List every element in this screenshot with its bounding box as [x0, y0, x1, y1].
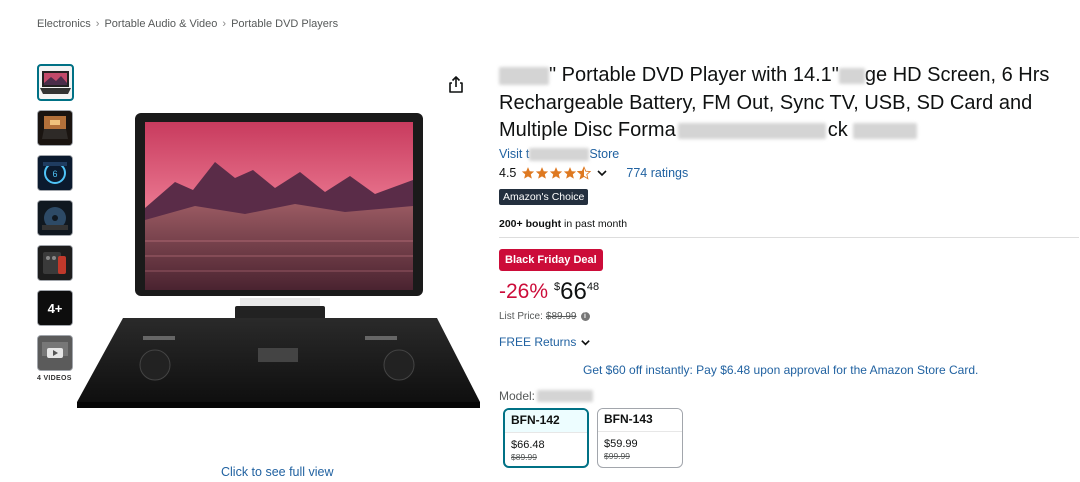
full-view-link[interactable]: Click to see full view [221, 465, 334, 479]
redacted-brand [499, 66, 549, 85]
thumbnail-screen[interactable]: 6 [37, 155, 73, 191]
store-link-prefix: Visit t [499, 147, 530, 161]
variant-name: BFN-142 [505, 410, 587, 433]
discount-percent: -26% [499, 280, 549, 303]
list-price: List Price: $89.99 i [499, 311, 590, 322]
star-full-icon [536, 167, 549, 179]
thumbnail-disc[interactable] [37, 200, 73, 236]
videos-count-label: 4 VIDEOS [37, 375, 72, 382]
list-price-value: $89.99 [545, 311, 577, 322]
redacted-model-name [537, 390, 594, 402]
share-icon[interactable] [447, 76, 465, 94]
model-label: Model: [499, 389, 594, 403]
thumbnail-age-4plus[interactable]: 4+ [37, 290, 73, 326]
battery-thumb-icon [38, 111, 72, 145]
price-whole: 66 [560, 278, 587, 305]
variant-price: $66.48 [511, 439, 545, 451]
store-card-promo-link[interactable]: Get $60 off instantly: Pay $6.48 upon ap… [583, 363, 978, 377]
breadcrumb-separator: › [222, 18, 227, 30]
breadcrumb-separator: › [95, 18, 100, 30]
thumbnail-remote[interactable] [37, 245, 73, 281]
variant-list-price: $89.99 [511, 452, 537, 462]
rating-value: 4.5 [499, 166, 517, 180]
breadcrumb-portable-audio-video[interactable]: Portable Audio & Video [104, 18, 217, 30]
title-part-3: ck [827, 119, 848, 141]
thumb-4plus-label: 4+ [48, 301, 63, 316]
star-full-icon [522, 167, 535, 179]
price-block: -26% $ 66 48 [499, 278, 599, 306]
free-returns-label: FREE Returns [499, 335, 577, 349]
store-link-suffix: Store [589, 147, 620, 161]
bought-count: 200+ bought [499, 218, 562, 230]
svg-text:6: 6 [52, 169, 57, 179]
breadcrumb-portable-dvd-players[interactable]: Portable DVD Players [231, 18, 338, 30]
age-4plus-thumb-icon: 4+ [38, 291, 72, 325]
redacted-text [677, 122, 826, 139]
variant-price: $59.99 [604, 438, 638, 450]
visit-store-link[interactable]: Visit t Store [499, 147, 620, 162]
rating-row: 4.5 774 ratings [499, 165, 688, 181]
redacted-text [838, 67, 865, 84]
product-title: " Portable DVD Player with 14.1" ge HD Sc… [499, 62, 1079, 145]
screen-thumb-icon: 6 [38, 156, 72, 190]
breadcrumb: Electronics › Portable Audio & Video › Porta… [37, 18, 338, 30]
dvd-player-thumb-icon [39, 66, 72, 99]
info-icon[interactable]: i [580, 312, 590, 321]
thumbnail-list: 6 4+ 4 VIDEOS [37, 64, 75, 382]
star-full-icon [550, 167, 563, 179]
redacted-text [853, 122, 918, 139]
black-friday-deal-badge: Black Friday Deal [499, 249, 603, 271]
section-divider [499, 237, 1079, 238]
redacted-store-name [529, 148, 590, 162]
variant-option-bfn-143[interactable]: BFN-143 $59.99 $99.99 [597, 408, 683, 468]
breadcrumb-electronics[interactable]: Electronics [37, 18, 91, 30]
list-price-label: List Price: [499, 311, 543, 322]
remote-thumb-icon [38, 246, 72, 280]
thumbnail-battery[interactable] [37, 110, 73, 146]
star-half-icon [577, 166, 592, 180]
chevron-down-icon [581, 339, 591, 346]
amazons-choice-badge[interactable]: Amazon's Choice [499, 189, 589, 205]
thumbnail-dvd-player[interactable] [37, 64, 74, 101]
video-thumb-icon [38, 336, 72, 370]
variant-name: BFN-143 [598, 409, 682, 432]
main-product-image[interactable] [75, 110, 485, 410]
model-label-text: Model: [499, 389, 536, 403]
chevron-down-icon[interactable] [596, 167, 608, 179]
free-returns-link[interactable]: FREE Returns [499, 335, 591, 349]
bought-in-past-month: 200+ bought in past month [499, 218, 627, 230]
thumbnail-video[interactable] [37, 335, 73, 371]
price-fraction: 48 [586, 281, 600, 293]
variant-option-bfn-142[interactable]: BFN-142 $66.48 $89.99 [503, 408, 589, 468]
disc-thumb-icon [38, 201, 72, 235]
star-full-icon [564, 167, 577, 179]
title-part-1: " Portable DVD Player with 14.1" [549, 64, 839, 86]
bought-suffix: in past month [561, 218, 628, 230]
variant-list-price: $99.99 [604, 451, 630, 461]
star-rating[interactable] [521, 166, 592, 180]
ratings-count-link[interactable]: 774 ratings [626, 166, 688, 180]
